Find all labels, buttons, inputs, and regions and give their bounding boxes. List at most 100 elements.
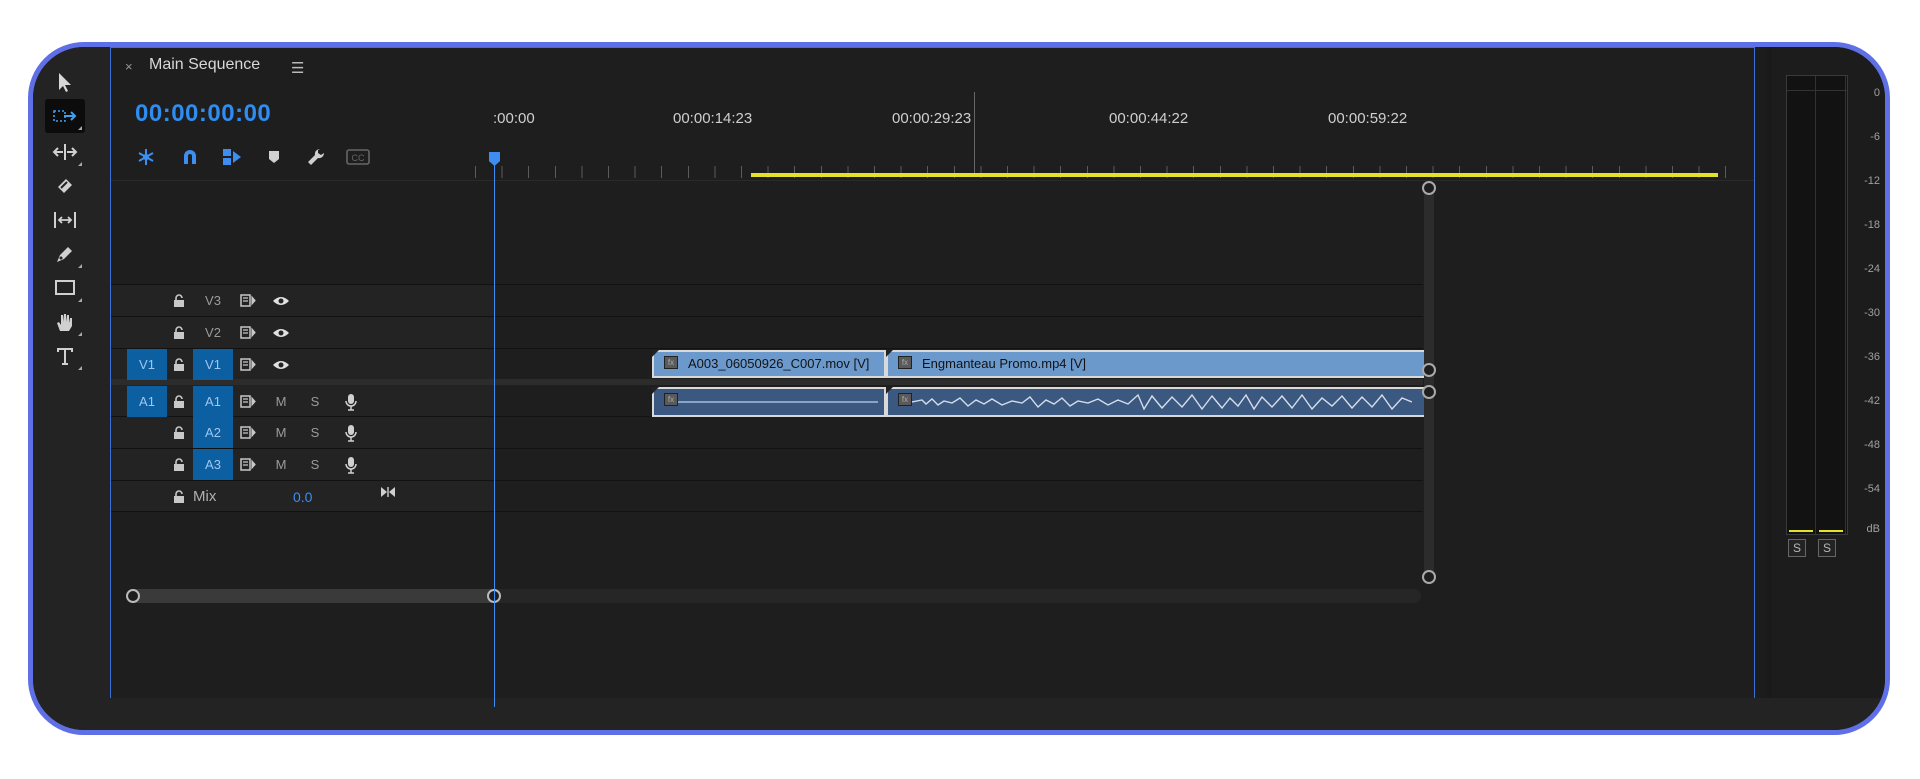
toggle-track-output-eye-icon[interactable] (267, 349, 295, 380)
track-target-a2[interactable]: A2 (193, 417, 233, 448)
panel-menu-icon[interactable]: ☰ (291, 59, 304, 77)
selection-tool-icon[interactable] (45, 65, 85, 99)
track-header-v3: V3 (111, 285, 494, 316)
ruler-tick-label: 00:00:14:23 (673, 110, 753, 127)
track-header-mix: Mix 0.0 (111, 481, 494, 512)
lock-icon[interactable] (167, 417, 191, 448)
lock-icon[interactable] (167, 449, 191, 480)
hand-tool-icon[interactable] (45, 305, 85, 339)
close-panel-icon[interactable]: × (125, 59, 133, 74)
playhead-handle[interactable] (489, 152, 500, 166)
meter-clip-indicators[interactable] (1787, 76, 1847, 91)
track-header-v1: V1 V1 (111, 349, 494, 380)
db-label: -42 (1864, 395, 1880, 407)
audio-clip[interactable]: fx (652, 387, 886, 417)
track-target-a1[interactable]: A1 (193, 386, 233, 417)
fx-badge-icon[interactable]: fx (898, 356, 912, 369)
solo-button[interactable]: S (301, 386, 329, 417)
sync-lock-icon[interactable] (235, 349, 261, 380)
mute-button[interactable]: M (267, 449, 295, 480)
mix-volume-value[interactable]: 0.0 (293, 481, 312, 512)
vertical-scroll-handle-top[interactable] (1422, 181, 1436, 195)
meter-solo-right-button[interactable]: S (1818, 539, 1836, 557)
lock-icon[interactable] (167, 349, 191, 380)
ruler-bottom-border (111, 180, 1754, 181)
audio-waveform (678, 401, 878, 403)
sync-lock-icon[interactable] (235, 317, 261, 348)
snap-icon[interactable] (177, 144, 203, 170)
vertical-scroll-divider-handle[interactable] (1422, 385, 1436, 399)
meter-channel-left (1787, 76, 1816, 534)
mix-label: Mix (193, 488, 217, 505)
sync-lock-icon[interactable] (235, 417, 261, 448)
clip-corner-marker (886, 350, 893, 357)
solo-button[interactable]: S (301, 417, 329, 448)
db-label: -48 (1864, 439, 1880, 451)
audio-meters-panel: 0 -6 -12 -18 -24 -30 -36 -42 -48 -54 dB … (1766, 47, 1885, 707)
lock-icon[interactable] (167, 386, 191, 417)
lock-icon[interactable] (167, 317, 191, 348)
vertical-scroll-handle-bottom[interactable] (1422, 570, 1436, 584)
work-area-bar[interactable] (751, 173, 1718, 177)
db-label: -30 (1864, 307, 1880, 319)
ripple-edit-tool-icon[interactable] (45, 135, 85, 169)
ruler-tick-label: 00:00:44:22 (1109, 110, 1189, 127)
fx-badge-icon[interactable]: fx (898, 393, 912, 406)
vertical-scroll-divider-handle[interactable] (1422, 363, 1436, 377)
sync-lock-icon[interactable] (235, 285, 261, 316)
app-frame: × Main Sequence ☰ 00:00:00:00 CC:00:00 … (28, 42, 1890, 735)
fx-badge-icon[interactable]: fx (664, 393, 678, 406)
track-select-forward-tool-icon[interactable] (45, 99, 85, 133)
add-marker-icon[interactable] (261, 144, 287, 170)
slip-tool-icon[interactable] (45, 203, 85, 237)
go-to-in-out-icon[interactable] (376, 481, 400, 503)
voice-over-record-microphone-icon[interactable] (337, 386, 365, 417)
panel-gutter (1766, 47, 1772, 707)
panel-title[interactable]: Main Sequence (149, 56, 260, 74)
lock-icon[interactable] (167, 285, 191, 316)
video-clip[interactable]: fx A003_06050926_C007.mov [V] (652, 350, 886, 378)
voice-over-record-microphone-icon[interactable] (337, 417, 365, 448)
db-label: -54 (1864, 483, 1880, 495)
video-clip[interactable]: fx Engmanteau Promo.mp4 [V] (886, 350, 1432, 378)
track-target-a3[interactable]: A3 (193, 449, 233, 480)
playhead-timecode[interactable]: 00:00:00:00 (135, 100, 271, 128)
voice-over-record-microphone-icon[interactable] (337, 449, 365, 480)
mute-button[interactable]: M (267, 417, 295, 448)
type-tool-icon[interactable] (45, 339, 85, 373)
db-label: -18 (1864, 219, 1880, 231)
ruler-tick-label: 00:00:59:22 (1328, 110, 1408, 127)
timeline-settings-wrench-icon[interactable] (303, 144, 329, 170)
horizontal-scroll-thumb[interactable] (129, 589, 497, 603)
meter-solo-left-button[interactable]: S (1788, 539, 1806, 557)
toggle-track-output-eye-icon[interactable] (267, 317, 295, 348)
clip-corner-marker (886, 387, 893, 394)
fx-badge-icon[interactable]: fx (664, 356, 678, 369)
sync-lock-icon[interactable] (235, 386, 261, 417)
mute-button[interactable]: M (267, 386, 295, 417)
clip-corner-marker (652, 350, 659, 357)
captions-icon[interactable]: CC (345, 144, 371, 170)
source-patch-a1[interactable]: A1 (127, 386, 167, 417)
track-target-v1[interactable]: V1 (193, 349, 233, 380)
db-label: -6 (1870, 131, 1880, 143)
track-label[interactable]: V2 (193, 317, 233, 348)
rectangle-tool-icon[interactable] (45, 271, 85, 305)
vertical-scrollbar[interactable] (1424, 186, 1434, 578)
linked-selection-icon[interactable] (219, 144, 245, 170)
solo-button[interactable]: S (301, 449, 329, 480)
track-header-a2: A2 M S (111, 417, 494, 448)
db-label: -12 (1864, 175, 1880, 187)
insert-sequence-as-nest-icon[interactable] (133, 144, 159, 170)
audio-clip[interactable]: fx (886, 387, 1432, 417)
pen-tool-icon[interactable] (45, 237, 85, 271)
razor-tool-icon[interactable] (45, 169, 85, 203)
svg-text:CC: CC (352, 153, 365, 163)
lock-icon[interactable] (167, 481, 191, 512)
sync-lock-icon[interactable] (235, 449, 261, 480)
toggle-track-output-eye-icon[interactable] (267, 285, 295, 316)
track-label[interactable]: V3 (193, 285, 233, 316)
source-patch-v1[interactable]: V1 (127, 349, 167, 380)
playhead-line[interactable] (494, 160, 495, 707)
zoom-scroll-handle-left[interactable] (126, 589, 140, 603)
